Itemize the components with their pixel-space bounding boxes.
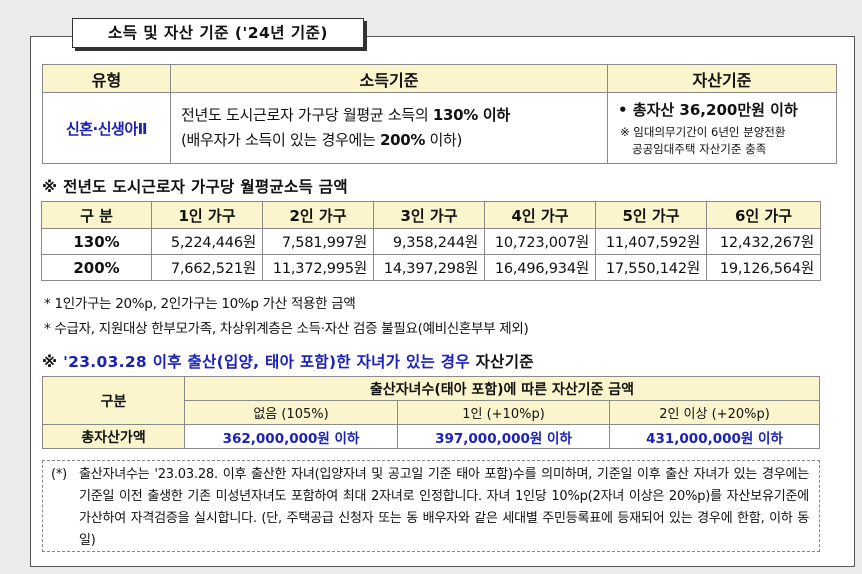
asset-amount-table: 구분 출산자녀수(태아 포함)에 따른 자산기준 금액 없음 (105%) 1인… bbox=[42, 376, 820, 449]
page-title: 소득 및 자산 기준 ('24년 기준) bbox=[72, 18, 364, 48]
table-cell: 431,000,000원 이하 bbox=[609, 424, 820, 449]
header-6-person: 6인 가구 bbox=[706, 201, 821, 229]
header-category: 구분 bbox=[42, 376, 185, 425]
asset-note-line-2: 공공임대주택 자산기준 충족 bbox=[632, 141, 767, 156]
asset-criteria-cell: • 총자산 36,200만원 이하 ※ 임대의무기간이 6년인 분양전환 공공임… bbox=[607, 92, 837, 164]
row-label: 200% bbox=[41, 254, 152, 281]
table-cell: 11,372,995원 bbox=[262, 254, 374, 281]
header-5-person: 5인 가구 bbox=[595, 201, 707, 229]
type-cell: 신혼·신생아Ⅱ bbox=[42, 92, 171, 164]
income-amount-table: 구 분 1인 가구 2인 가구 3인 가구 4인 가구 5인 가구 6인 가구 … bbox=[41, 201, 821, 281]
table-cell: 19,126,564원 bbox=[706, 254, 821, 281]
income-line-2: (배우자가 소득이 있는 경우에는 200% 이하) bbox=[181, 131, 463, 149]
header-type: 유형 bbox=[42, 64, 171, 93]
header-two-plus: 2인 이상 (+20%p) bbox=[609, 400, 820, 425]
asset-note-line-1: ※ 임대의무기간이 6년인 분양전환 bbox=[620, 124, 786, 139]
header-1-person: 1인 가구 bbox=[151, 201, 263, 229]
header-group: 출산자녀수(태아 포함)에 따른 자산기준 금액 bbox=[184, 376, 820, 401]
header-3-person: 3인 가구 bbox=[373, 201, 485, 229]
bullet-note-2: * 수급자, 지원대상 한부모가족, 차상위계층은 소득·자산 검증 불필요(예… bbox=[44, 321, 529, 337]
bullet-note-1: * 1인가구는 20%p, 2인가구는 10%p 가산 적용한 금액 bbox=[44, 296, 356, 312]
header-asset: 자산기준 bbox=[607, 64, 837, 93]
table-cell: 17,550,142원 bbox=[595, 254, 707, 281]
table-row: 200% 7,662,521원 11,372,995원 14,397,298원 … bbox=[41, 254, 821, 281]
footnote-mark: (*) bbox=[51, 467, 68, 482]
asset-section-highlight: '23.03.28 이후 출산(입양, 태아 포함)한 자녀가 있는 경우 bbox=[63, 353, 470, 371]
criteria-header-row: 유형 소득기준 자산기준 bbox=[42, 64, 837, 93]
income-line-1: 전년도 도시근로자 가구당 월평균 소득의 130% 이하 bbox=[181, 106, 510, 124]
footnote-box: (*) 출산자녀수는 '23.03.28. 이후 출산한 자녀(입양자녀 및 공… bbox=[42, 460, 820, 552]
table-cell: 5,224,446원 bbox=[151, 228, 263, 255]
table-cell: 9,358,244원 bbox=[373, 228, 485, 255]
header-4-person: 4인 가구 bbox=[484, 201, 596, 229]
row-label: 총자산가액 bbox=[42, 424, 185, 449]
table-row: 130% 5,224,446원 7,581,997원 9,358,244원 10… bbox=[41, 228, 821, 255]
row-label: 130% bbox=[41, 228, 152, 255]
table-cell: 11,407,592원 bbox=[595, 228, 707, 255]
header-2-person: 2인 가구 bbox=[262, 201, 374, 229]
asset-main: • 총자산 36,200만원 이하 bbox=[618, 100, 798, 119]
income-section-title: ※ 전년도 도시근로자 가구당 월평균소득 금액 bbox=[42, 178, 348, 196]
table-cell: 362,000,000원 이하 bbox=[184, 424, 398, 449]
asset-header-row: 구분 출산자녀수(태아 포함)에 따른 자산기준 금액 bbox=[42, 376, 820, 425]
header-income: 소득기준 bbox=[170, 64, 608, 93]
income-criteria-cell: 전년도 도시근로자 가구당 월평균 소득의 130% 이하 (배우자가 소득이 … bbox=[170, 92, 608, 164]
income-header-row: 구 분 1인 가구 2인 가구 3인 가구 4인 가구 5인 가구 6인 가구 bbox=[41, 201, 821, 229]
table-cell: 7,581,997원 bbox=[262, 228, 374, 255]
table-cell: 7,662,521원 bbox=[151, 254, 263, 281]
table-cell: 12,432,267원 bbox=[706, 228, 821, 255]
criteria-row: 신혼·신생아Ⅱ 전년도 도시근로자 가구당 월평균 소득의 130% 이하 (배… bbox=[42, 92, 837, 164]
table-cell: 16,496,934원 bbox=[484, 254, 596, 281]
table-cell: 397,000,000원 이하 bbox=[397, 424, 610, 449]
table-row: 총자산가액 362,000,000원 이하 397,000,000원 이하 43… bbox=[42, 424, 820, 449]
header-category: 구 분 bbox=[41, 201, 152, 229]
header-none: 없음 (105%) bbox=[184, 400, 398, 425]
header-one: 1인 (+10%p) bbox=[397, 400, 610, 425]
table-cell: 14,397,298원 bbox=[373, 254, 485, 281]
table-cell: 10,723,007원 bbox=[484, 228, 596, 255]
asset-section-title: ※ '23.03.28 이후 출산(입양, 태아 포함)한 자녀가 있는 경우 … bbox=[42, 353, 534, 371]
footnote-text: 출산자녀수는 '23.03.28. 이후 출산한 자녀(입양자녀 및 공고일 기… bbox=[79, 467, 809, 548]
criteria-table: 유형 소득기준 자산기준 신혼·신생아Ⅱ 전년도 도시근로자 가구당 월평균 소… bbox=[42, 64, 837, 164]
